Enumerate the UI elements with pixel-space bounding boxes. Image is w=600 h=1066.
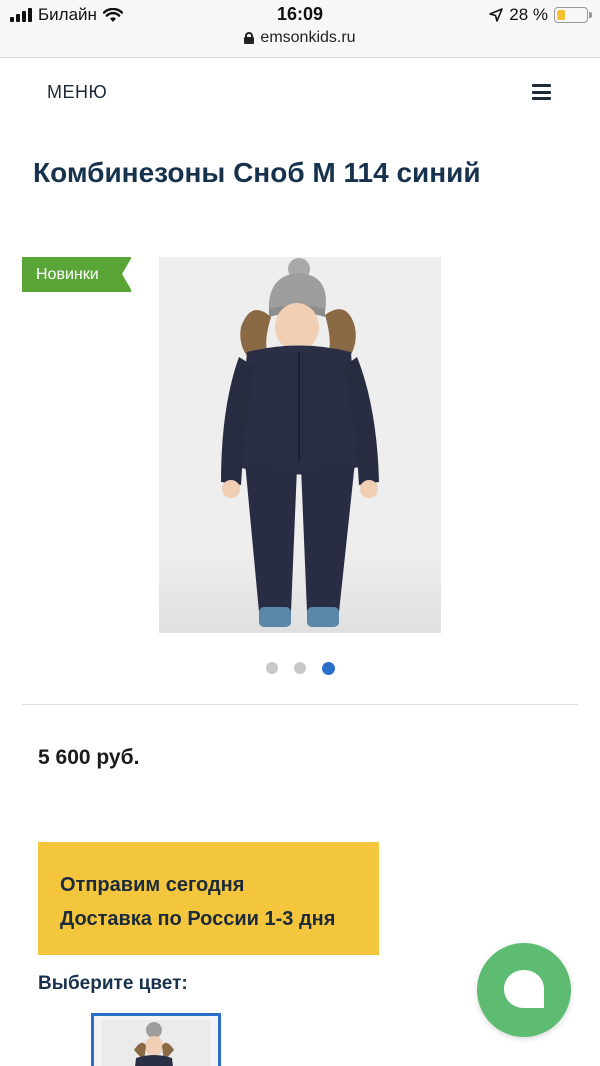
hamburger-icon[interactable]: [532, 84, 551, 100]
url-text: emsonkids.ru: [260, 29, 356, 46]
delivery-info-box: Отправим сегодня Доставка по России 1-3 …: [38, 842, 379, 955]
child-snowsuit-illustration: [159, 257, 441, 633]
battery-percent: 28 %: [509, 5, 548, 24]
new-badge-label: Новинки: [36, 266, 99, 283]
battery-level: [557, 10, 565, 20]
battery-icon: [554, 7, 592, 23]
address-bar[interactable]: emsonkids.ru: [0, 29, 600, 47]
divider: [22, 704, 578, 705]
swatch-thumbnail: [94, 1016, 218, 1066]
gallery-dot-1[interactable]: [266, 662, 278, 674]
color-select-label: Выберите цвет:: [38, 973, 188, 994]
chat-bubble-icon: [504, 970, 544, 1008]
new-badge: Новинки: [22, 257, 132, 292]
delivery-line-2: Доставка по России 1-3 дня: [60, 908, 336, 930]
gallery-pagination: [266, 662, 335, 675]
product-price: 5 600 руб.: [38, 746, 140, 769]
delivery-line-1: Отправим сегодня: [60, 874, 245, 896]
chat-button[interactable]: [477, 943, 571, 1037]
gallery-dot-3[interactable]: [322, 662, 335, 675]
product-title: Комбинезоны Сноб М 114 синий: [33, 157, 481, 188]
product-image[interactable]: [159, 257, 441, 633]
menu-label[interactable]: МЕНЮ: [47, 82, 107, 103]
color-swatch-blue[interactable]: [91, 1013, 221, 1066]
status-right: 28 %: [489, 5, 592, 25]
location-arrow-icon: [489, 8, 504, 22]
lock-icon: [244, 32, 255, 44]
status-bar: Билайн 16:09 28 % emsonkids.ru: [0, 0, 600, 58]
gallery-dot-2[interactable]: [294, 662, 306, 674]
